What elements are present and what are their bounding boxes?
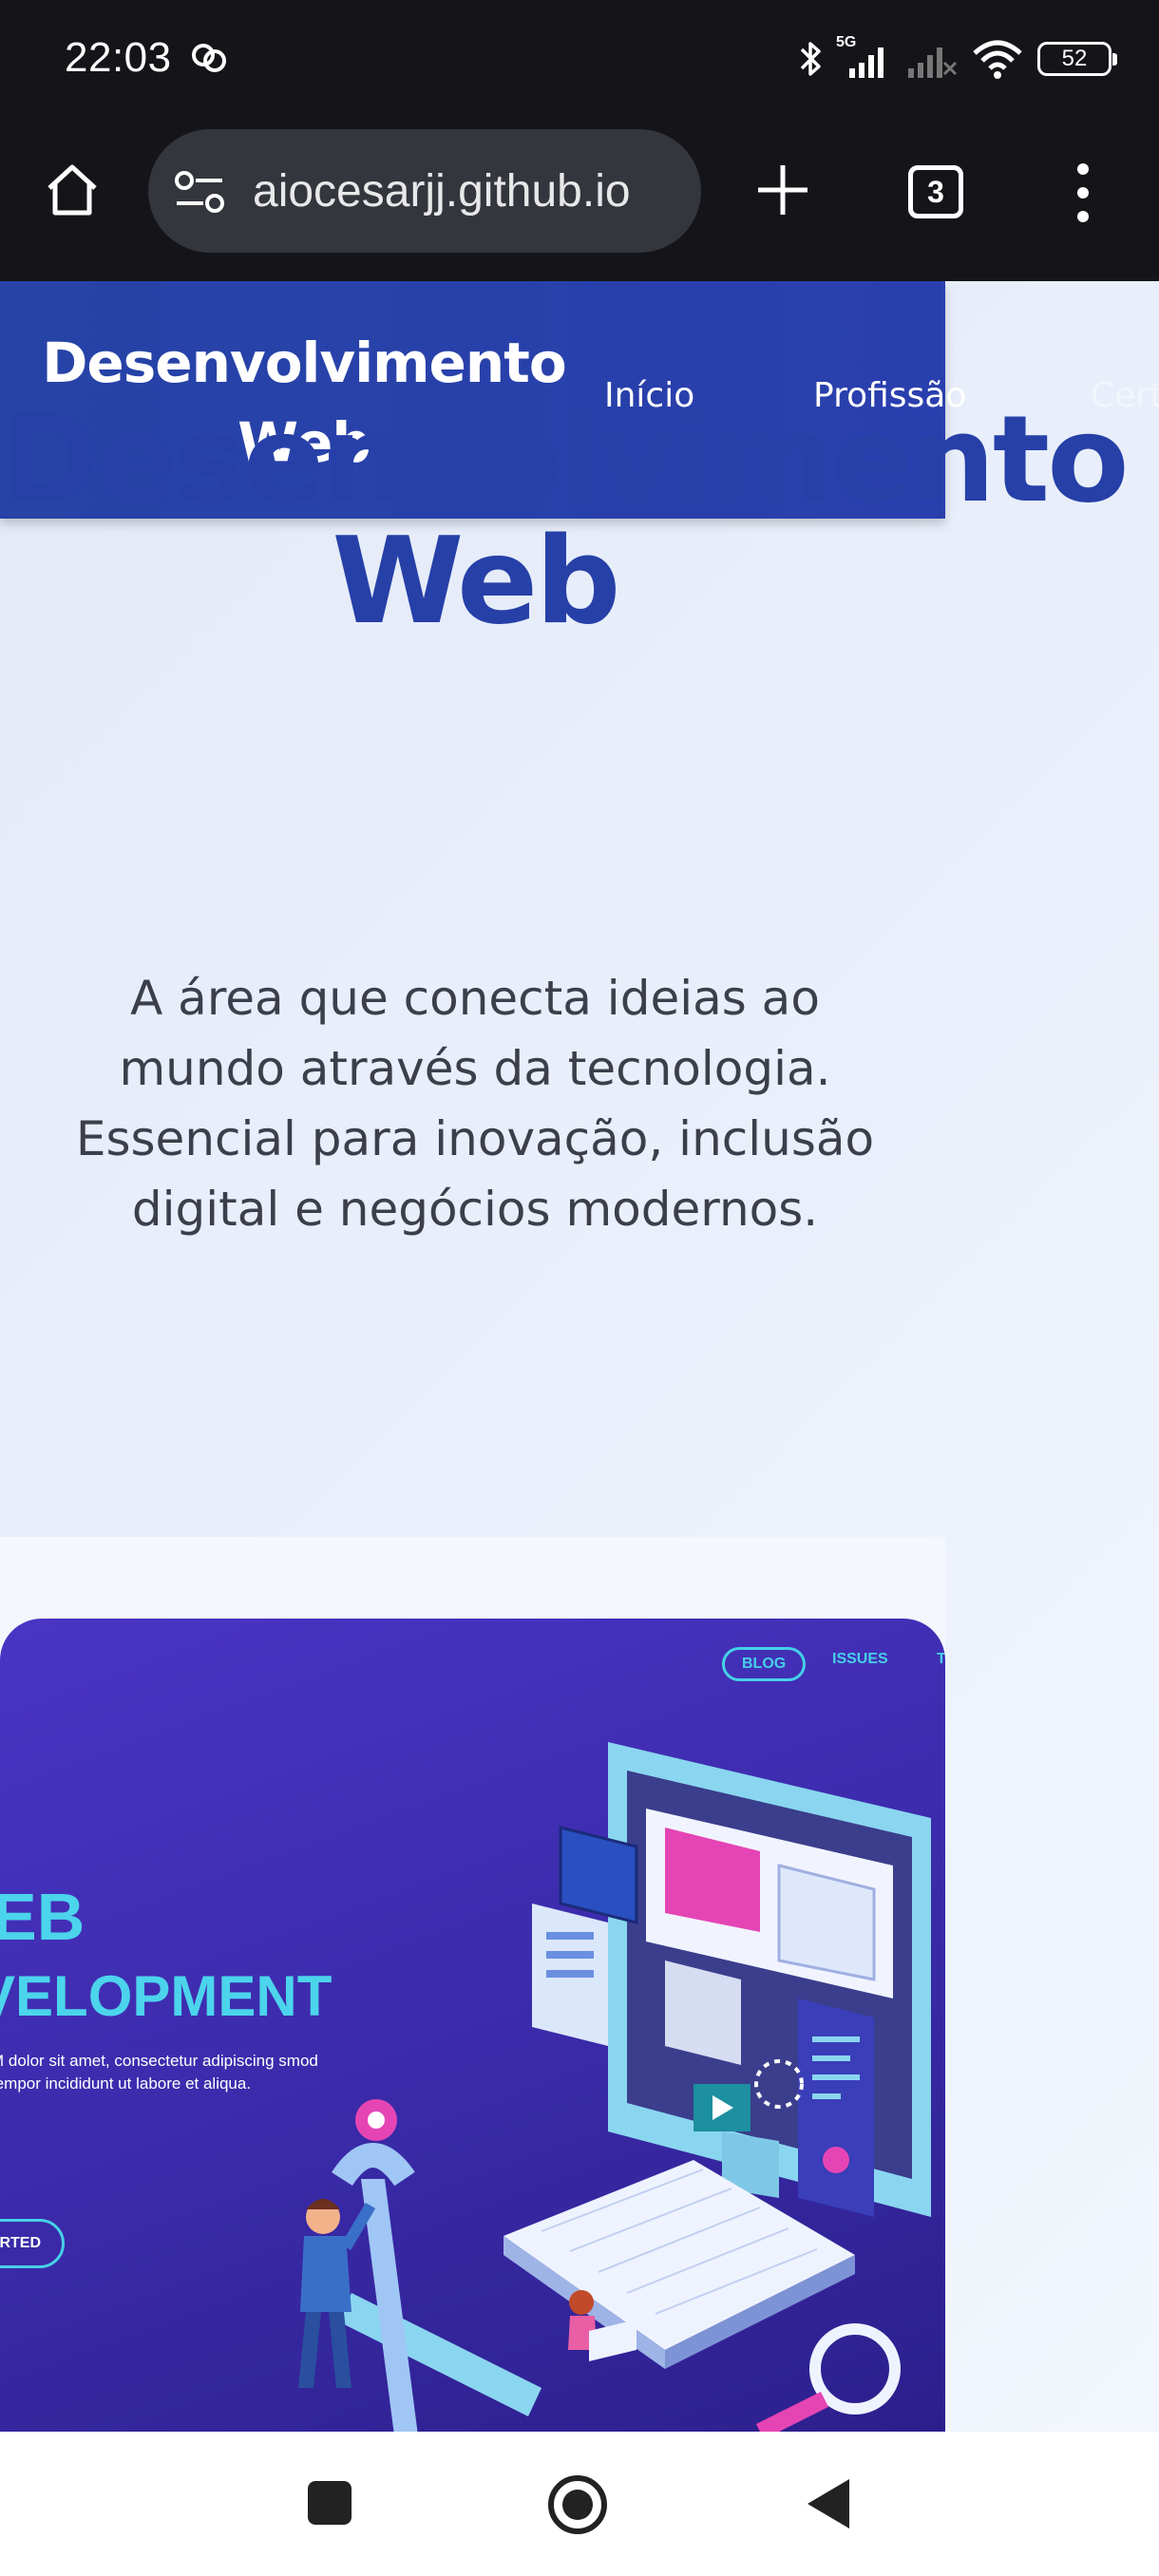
image-button-label: RTED: [0, 2235, 41, 2251]
address-bar[interactable]: aiocesarjj.github.io: [148, 129, 701, 253]
image-extra-link: T: [937, 1651, 945, 1667]
plus-icon[interactable]: [752, 160, 813, 220]
person-graphic: [298, 2199, 376, 2388]
web-development-illustration: [298, 1742, 931, 2432]
hero-description: A área que conecta ideias ao mundo atrav…: [75, 971, 875, 1237]
ruler-graphic: [338, 2293, 542, 2416]
home-icon[interactable]: [42, 160, 103, 220]
battery-icon: 52: [1037, 42, 1117, 76]
bluetooth-icon: [800, 42, 821, 76]
signal-off-icon: [908, 47, 958, 78]
heart-badge-graphic: [823, 2147, 849, 2173]
image-heading-line1: EB: [0, 1880, 86, 1954]
status-bar: 22:03 5G 52: [0, 0, 1159, 122]
magnifier-graphic: [755, 2323, 901, 2432]
tab-count: 3: [927, 174, 944, 209]
browser-toolbar: aiocesarjj.github.io 3: [0, 122, 1159, 281]
android-navigation-bar: [0, 2432, 1159, 2576]
status-time: 22:03: [65, 34, 172, 81]
site-settings-icon[interactable]: [173, 169, 226, 215]
home-circle-icon[interactable]: [546, 2473, 609, 2536]
hero-title: Desenvolvimento Web: [0, 389, 1130, 651]
signal-icon: 5G: [836, 34, 893, 80]
wrench-graphic: [332, 2099, 418, 2432]
more-vert-icon[interactable]: [1064, 160, 1102, 226]
image-get-started-button: RTED: [0, 2219, 65, 2268]
url-text[interactable]: aiocesarjj.github.io: [253, 165, 631, 218]
image-issues-link: ISSUES: [832, 1651, 888, 1667]
wifi-icon: [973, 40, 1022, 79]
back-icon[interactable]: [806, 2477, 851, 2530]
recents-icon[interactable]: [306, 2479, 353, 2527]
monitor-graphic: [608, 1742, 931, 2217]
notification-app-icon: [192, 44, 226, 72]
web-page: Desenvolvimento Web Início Profissão Cer…: [0, 281, 1159, 2432]
image-blog-pill: BLOG: [722, 1647, 807, 1681]
tabs-icon[interactable]: 3: [908, 165, 963, 218]
hero-image: BLOG ISSUES T EB VELOPMENT M dolor sit a…: [0, 1619, 945, 2432]
battery-level: 52: [1061, 46, 1088, 71]
